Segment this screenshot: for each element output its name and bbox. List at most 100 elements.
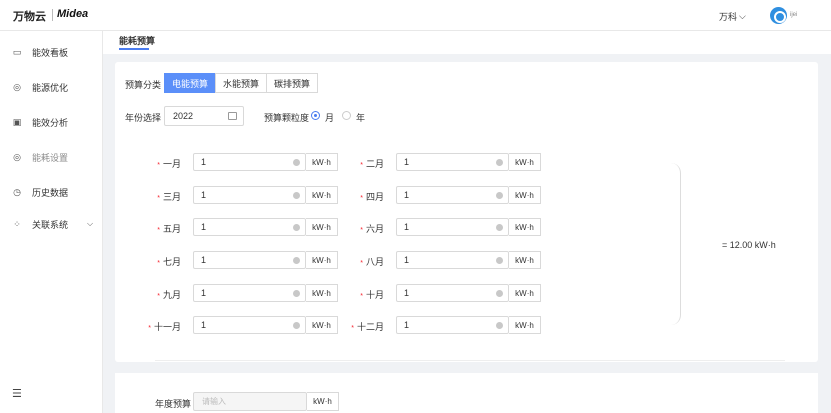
top-header: 万物云 Midea 万科 ⌵ ijei [0, 0, 831, 31]
dashboard-icon: ▭ [12, 46, 22, 57]
monthly-total: = 12.00 kW·h [722, 240, 776, 250]
month-label: * 一月 [157, 157, 181, 170]
user-name[interactable]: ijei [790, 12, 797, 18]
menu-collapse-icon[interactable]: ☰ [12, 387, 22, 400]
required-mark: * [157, 227, 160, 234]
month-label-text: 三月 [162, 192, 181, 202]
month-budget-unit: kW·h [509, 316, 541, 334]
clear-icon[interactable] [496, 192, 503, 199]
month-budget-value: 1 [201, 190, 207, 200]
page-title[interactable]: 能耗预算 [119, 34, 155, 47]
sidebar-item-history[interactable]: ◷ 历史数据 [0, 175, 103, 209]
granularity-month-radio[interactable] [311, 111, 320, 120]
clear-icon[interactable] [293, 290, 300, 297]
clear-icon[interactable] [496, 290, 503, 297]
month-budget-input[interactable]: 1 [396, 251, 509, 269]
required-mark: * [360, 162, 363, 169]
month-label: * 二月 [360, 157, 384, 170]
month-label: * 七月 [157, 255, 181, 268]
clear-icon[interactable] [496, 257, 503, 264]
sidebar-item-label: 能耗设置 [32, 152, 69, 163]
month-budget-unit: kW·h [509, 284, 541, 302]
month-budget-unit: kW·h [509, 186, 541, 204]
clear-icon[interactable] [496, 159, 503, 166]
chevron-down-icon: ⌵ [87, 219, 94, 228]
granularity-year-label[interactable]: 年 [356, 111, 365, 124]
granularity-month-label[interactable]: 月 [325, 111, 334, 124]
sidebar-item-label: 能源优化 [32, 82, 69, 93]
month-budget-input[interactable]: 1 [396, 316, 509, 334]
month-budget-value: 1 [404, 255, 410, 265]
month-budget-input[interactable]: 1 [193, 153, 306, 171]
month-budget-unit: kW·h [306, 153, 338, 171]
month-label: * 六月 [360, 222, 384, 235]
month-label: * 九月 [157, 288, 181, 301]
chart-icon: ▣ [12, 116, 22, 127]
chevron-down-icon: ⌵ [739, 11, 746, 21]
required-mark: * [360, 195, 363, 202]
logo-divider [52, 9, 53, 21]
required-mark: * [351, 325, 354, 332]
month-label-text: 十一月 [153, 322, 181, 332]
month-label-text: 四月 [365, 192, 384, 202]
sidebar-item-label: 历史数据 [32, 187, 69, 198]
annual-budget-unit: kW·h [307, 392, 339, 411]
month-label-text: 八月 [365, 257, 384, 267]
required-mark: * [360, 260, 363, 267]
clear-icon[interactable] [293, 257, 300, 264]
sidebar-item-label: 关联系统 [32, 219, 69, 230]
month-budget-input[interactable]: 1 [396, 186, 509, 204]
tab-electric-budget[interactable]: 电能预算 [164, 73, 216, 93]
month-label: * 五月 [157, 222, 181, 235]
month-budget-input[interactable]: 1 [396, 218, 509, 236]
month-budget-input[interactable]: 1 [193, 186, 306, 204]
clear-icon[interactable] [496, 224, 503, 231]
sidebar-item-settings[interactable]: ◎ 能耗设置 [0, 140, 103, 174]
month-budget-value: 1 [404, 320, 410, 330]
month-label-text: 七月 [162, 257, 181, 267]
partner-logo: Midea [57, 8, 89, 20]
clear-icon[interactable] [496, 322, 503, 329]
divider [155, 360, 785, 361]
tab-water-budget[interactable]: 水能预算 [215, 73, 267, 93]
annual-budget-label: 年度预算 [155, 399, 192, 409]
required-mark: * [157, 162, 160, 169]
granularity-year-radio[interactable] [342, 111, 351, 120]
month-budget-input[interactable]: 1 [193, 218, 306, 236]
avatar[interactable] [770, 7, 787, 24]
month-budget-input[interactable]: 1 [193, 316, 306, 334]
month-budget-input[interactable]: 1 [193, 251, 306, 269]
month-budget-input[interactable]: 1 [396, 284, 509, 302]
month-budget-unit: kW·h [306, 284, 338, 302]
sidebar-item-optimize[interactable]: ◎ 能源优化 [0, 70, 103, 104]
settings-icon: ◎ [13, 151, 21, 162]
sidebar-item-linked-systems[interactable]: ⁘ 关联系统 ⌵ [0, 207, 103, 241]
month-label-text: 五月 [162, 224, 181, 234]
month-budget-unit: kW·h [509, 218, 541, 236]
required-mark: * [157, 293, 160, 300]
clear-icon[interactable] [293, 322, 300, 329]
clear-icon[interactable] [293, 224, 300, 231]
org-name: 万科 [719, 12, 738, 22]
link-system-icon: ⁘ [13, 218, 21, 229]
required-mark: * [157, 195, 160, 202]
month-budget-unit: kW·h [509, 251, 541, 269]
tab-carbon-budget[interactable]: 碳排预算 [266, 73, 318, 93]
annual-budget-input[interactable]: 请输入 [193, 392, 307, 411]
clear-icon[interactable] [293, 192, 300, 199]
company-logo: 万物云 [13, 11, 46, 23]
month-budget-input[interactable]: 1 [396, 153, 509, 171]
clear-icon[interactable] [293, 159, 300, 166]
required-mark: * [157, 260, 160, 267]
month-label-text: 二月 [365, 159, 384, 169]
month-label: * 四月 [360, 190, 384, 203]
sidebar-item-dashboard[interactable]: ▭ 能效看板 [0, 35, 103, 69]
month-budget-value: 1 [201, 288, 207, 298]
month-budget-input[interactable]: 1 [193, 284, 306, 302]
sidebar-item-analysis[interactable]: ▣ 能效分析 [0, 105, 103, 139]
month-budget-value: 1 [404, 288, 410, 298]
year-picker[interactable]: 2022 [164, 106, 244, 126]
month-label-text: 一月 [162, 159, 181, 169]
org-switcher[interactable]: 万科 ⌵ [719, 10, 746, 23]
year-value: 2022 [173, 111, 194, 121]
